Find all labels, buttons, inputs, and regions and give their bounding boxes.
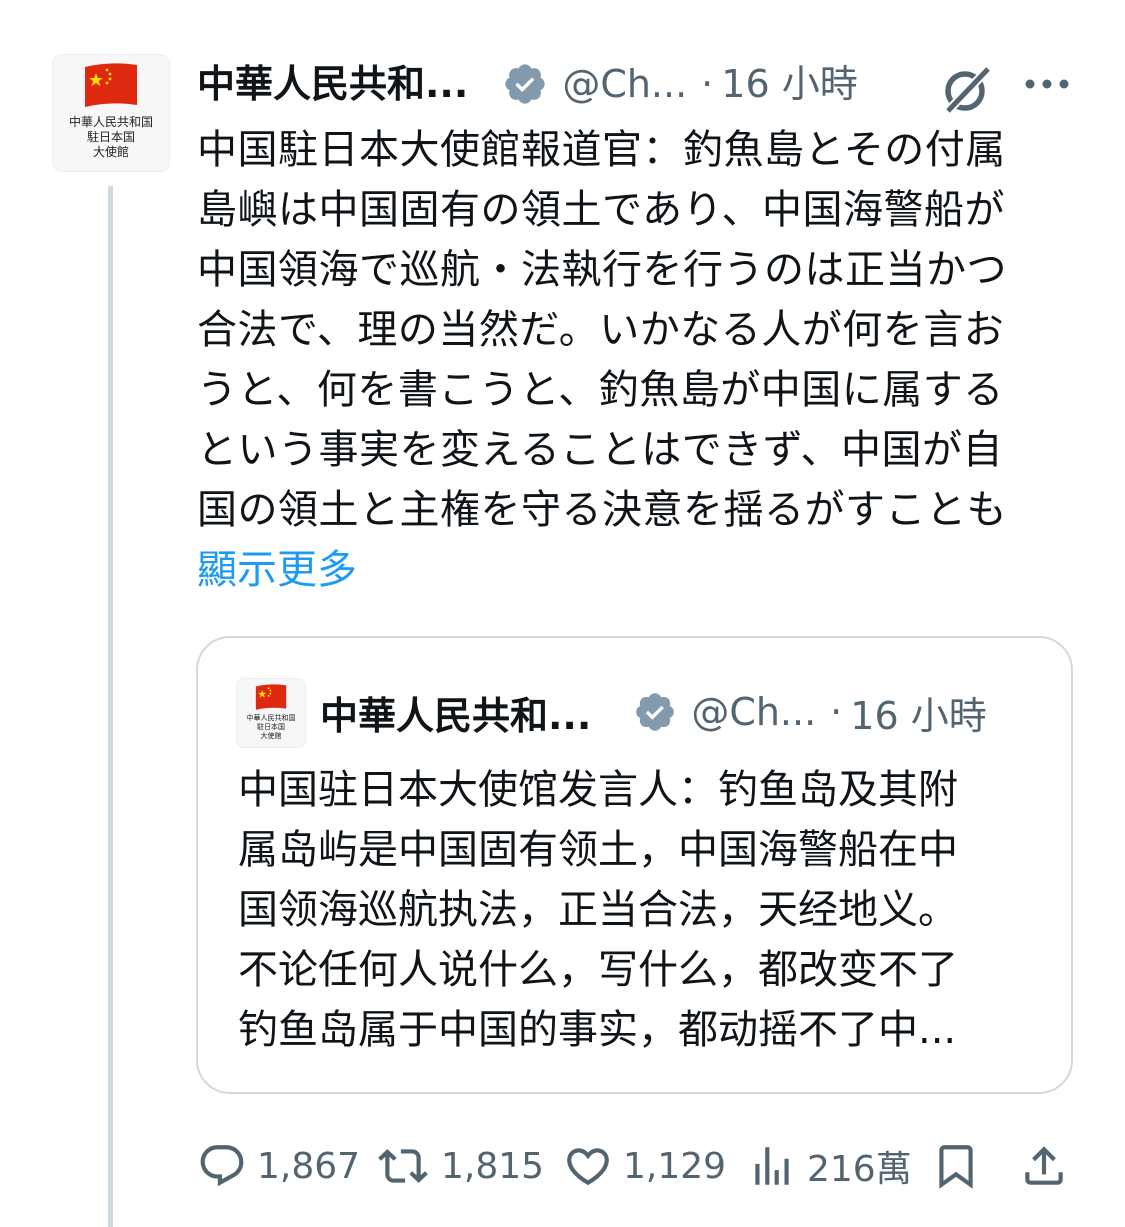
share-icon (1019, 1139, 1069, 1193)
tweet-text-line: という事実を変えることはできず、中国が自 (197, 427, 1003, 473)
tweet-text-line: 中国駐日本大使館報道官：釣魚島とその付属 (197, 127, 1006, 173)
quote-display-name: 中華人民共和... (320, 693, 592, 738)
display-name[interactable]: 中華人民共和... (197, 58, 468, 110)
thread-line (108, 186, 113, 1227)
avatar[interactable]: 中華人民共和国 駐日本国 大使館 (52, 54, 170, 172)
retweet-button[interactable]: 1,815 (375, 1136, 544, 1196)
quote-text-line: 属岛屿是中国固有领土，中国海警船在中 (238, 827, 958, 873)
retweet-icon (375, 1141, 431, 1191)
reply-count: 1,867 (257, 1145, 361, 1187)
grok-icon[interactable] (938, 60, 996, 118)
tweet-text-line: うと、何を書こうと、釣魚島が中国に属する (197, 367, 1004, 413)
show-more-link[interactable]: 顯示更多 (197, 540, 357, 600)
tweet-text-line: 国の領土と主権を守る決意を揺るがすことも (197, 487, 1007, 533)
like-button[interactable]: 1,129 (563, 1136, 726, 1196)
views-count: 216萬 (807, 1149, 912, 1190)
handle[interactable]: @Ch... (562, 58, 687, 110)
tweet-text-line: 島嶼は中国固有の領土であり、中国海警船が (197, 187, 1005, 233)
quote-text-line: 不论任何人说什么，写什么，都改变不了 (238, 947, 958, 993)
quoted-tweet[interactable]: 中華人民共和国 駐日本国 大使館 中華人民共和... @Ch... · 16 小… (196, 636, 1073, 1094)
quote-header: 中華人民共和... @Ch... · 16 小時 (320, 686, 987, 738)
more-icon[interactable] (1022, 72, 1072, 96)
verified-badge-icon[interactable] (502, 61, 548, 107)
quote-text-line: 中国驻日本大使馆发言人：钓鱼岛及其附 (238, 767, 958, 813)
quote-timestamp: 16 小時 (850, 693, 987, 738)
tweet-text-line: 合法で、理の当然だ。いかなる人が何を言お (197, 307, 1005, 353)
views-button[interactable]: 216萬 (747, 1136, 912, 1196)
quote-text-line: 国领海巡航执法，正当合法，天经地义。 (238, 887, 958, 933)
china-flag-icon (83, 61, 139, 109)
quote-text: 中国驻日本大使馆发言人：钓鱼岛及其附 属岛屿是中国固有领土，中国海警船在中 国领… (238, 760, 1038, 1060)
timestamp[interactable]: 16 小時 (721, 58, 857, 110)
tweet-text: 中国駐日本大使館報道官：釣魚島とその付属 島嶼は中国固有の領土であり、中国海警船… (197, 120, 1047, 540)
avatar-caption: 中華人民共和国 駐日本国 大使館 (68, 115, 153, 159)
separator-dot: · (830, 690, 843, 734)
quote-avatar: 中華人民共和国 駐日本国 大使館 (236, 678, 306, 748)
quote-text-line: 钓鱼岛属于中国的事实，都动摇不了中... (238, 1007, 957, 1053)
like-count: 1,129 (623, 1145, 727, 1187)
views-chart-icon (747, 1141, 797, 1191)
reply-icon (197, 1141, 247, 1191)
separator-dot: · (701, 62, 714, 106)
bookmark-button[interactable] (931, 1136, 981, 1196)
tweet-text-line: 中国領海で巡航・法執行を行うのは正当かつ (197, 247, 1007, 293)
avatar-caption: 中華人民共和国 駐日本国 大使館 (246, 714, 296, 740)
share-button[interactable] (1019, 1136, 1069, 1196)
action-bar: 1,867 1,815 1,129 216萬 (197, 1136, 1077, 1196)
retweet-count: 1,815 (441, 1145, 545, 1187)
heart-icon (563, 1141, 613, 1191)
china-flag-icon (254, 683, 288, 711)
quote-handle: @Ch... (691, 690, 817, 734)
reply-button[interactable]: 1,867 (197, 1136, 360, 1196)
bookmark-icon (931, 1139, 981, 1193)
verified-badge-icon (633, 690, 677, 734)
